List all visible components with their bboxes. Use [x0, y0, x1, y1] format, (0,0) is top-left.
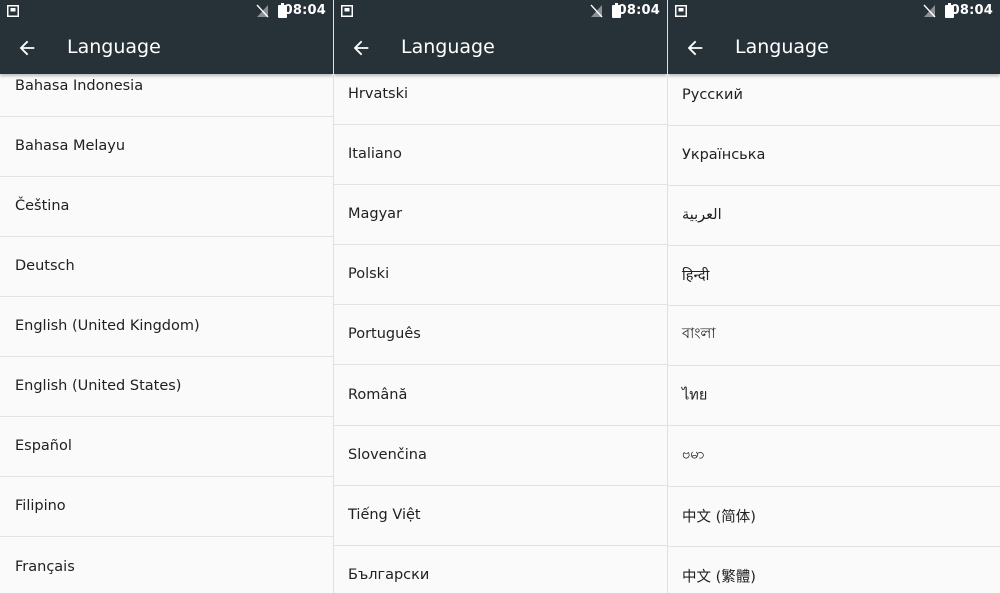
language-label: 中文 (繁體): [682, 569, 756, 586]
language-item[interactable]: हिन्दी: [668, 245, 1000, 306]
status-bar: 08:04: [334, 0, 667, 22]
language-label: ဗမာ: [682, 446, 705, 463]
notification-icon: [341, 5, 353, 17]
status-bar: 08:04: [0, 0, 333, 22]
language-item[interactable]: ဗမာ: [668, 426, 1000, 487]
language-label: Bahasa Melayu: [15, 138, 126, 154]
language-item[interactable]: Русский: [668, 65, 1000, 126]
language-label: Filipino: [15, 498, 66, 514]
notification-icon: [7, 5, 19, 17]
language-label: Bahasa Indonesia: [15, 78, 144, 94]
no-sim-signal-icon: [590, 4, 603, 18]
language-label: ไทย: [682, 387, 708, 404]
language-item[interactable]: English (United States): [0, 356, 333, 417]
app-toolbar: Language: [0, 22, 333, 74]
phone-screen-2: Hrvatski Italiano Magyar Polski Portuguê…: [334, 0, 667, 593]
status-time: 08:04: [283, 3, 326, 18]
language-item[interactable]: Français: [0, 537, 333, 593]
no-sim-signal-icon: [923, 4, 936, 18]
language-label: Español: [15, 438, 72, 454]
language-label: العربية: [682, 207, 722, 223]
language-label: English (United States): [15, 378, 182, 394]
language-label: Čeština: [15, 198, 70, 214]
language-label: Slovenčina: [348, 447, 427, 463]
language-item[interactable]: Polski: [334, 244, 667, 305]
language-item[interactable]: Deutsch: [0, 236, 333, 297]
language-item[interactable]: Bahasa Melayu: [0, 116, 333, 177]
language-label: Magyar: [348, 206, 403, 222]
language-item[interactable]: Italiano: [334, 124, 667, 185]
language-label: বাংলা: [682, 326, 716, 342]
language-item[interactable]: Filipino: [0, 476, 333, 537]
language-item[interactable]: Română: [334, 365, 667, 426]
language-label: Deutsch: [15, 258, 75, 274]
app-toolbar: Language: [668, 22, 1000, 74]
language-item[interactable]: Čeština: [0, 176, 333, 237]
language-label: Română: [348, 387, 408, 403]
back-arrow-icon[interactable]: [16, 37, 38, 59]
back-arrow-icon[interactable]: [684, 37, 706, 59]
language-label: Tiếng Việt: [348, 507, 421, 523]
language-label: Български: [348, 567, 430, 583]
language-item[interactable]: Tiếng Việt: [334, 485, 667, 546]
page-title: Language: [401, 36, 495, 58]
page-title: Language: [735, 36, 829, 58]
language-item[interactable]: Slovenčina: [334, 425, 667, 486]
back-arrow-icon[interactable]: [350, 37, 372, 59]
language-item[interactable]: Español: [0, 416, 333, 477]
phone-screen-3: Русский Українська العربية हिन्दी বাংলা …: [668, 0, 1000, 593]
phone-screen-1: Bahasa Indonesia Bahasa Melayu Čeština D…: [0, 0, 333, 593]
language-label: हिन्दी: [682, 268, 710, 284]
language-label: Русский: [682, 87, 743, 103]
notification-icon: [675, 5, 687, 17]
status-bar: 08:04: [668, 0, 1000, 22]
language-label: Português: [348, 326, 421, 342]
language-item[interactable]: 中文 (繁體): [668, 546, 1000, 593]
status-time: 08:04: [617, 3, 660, 18]
language-item[interactable]: English (United Kingdom): [0, 296, 333, 357]
no-sim-signal-icon: [256, 4, 269, 18]
language-label: Hrvatski: [348, 86, 408, 102]
language-item[interactable]: Português: [334, 304, 667, 365]
language-item[interactable]: Українська: [668, 125, 1000, 186]
language-item[interactable]: বাংলা: [668, 305, 1000, 366]
language-item[interactable]: العربية: [668, 185, 1000, 246]
language-label: Українська: [682, 147, 766, 163]
language-item[interactable]: 中文 (简体): [668, 486, 1000, 547]
page-title: Language: [67, 36, 161, 58]
language-label: 中文 (简体): [682, 509, 756, 526]
language-label: English (United Kingdom): [15, 318, 200, 334]
status-time: 08:04: [950, 3, 993, 18]
language-label: Polski: [348, 266, 390, 282]
app-toolbar: Language: [334, 22, 667, 74]
language-item[interactable]: Magyar: [334, 184, 667, 245]
language-label: Italiano: [348, 146, 402, 162]
language-label: Français: [15, 559, 75, 575]
language-item[interactable]: Български: [334, 545, 667, 593]
language-item[interactable]: ไทย: [668, 365, 1000, 426]
